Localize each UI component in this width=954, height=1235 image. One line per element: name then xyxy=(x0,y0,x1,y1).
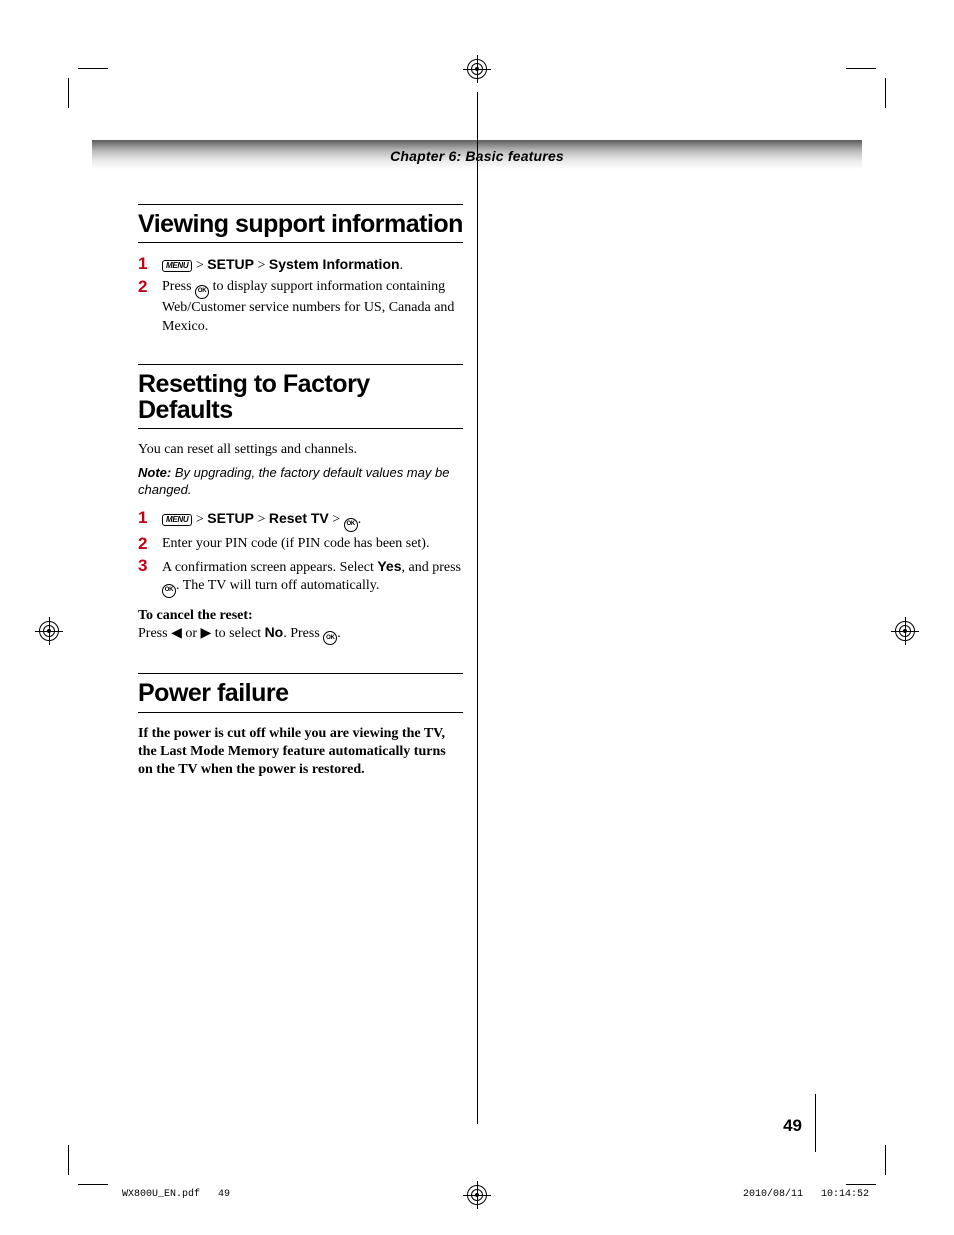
dot: . xyxy=(400,258,404,273)
right-arrow-icon: ▶ xyxy=(201,624,212,640)
cancel-heading: To cancel the reset: xyxy=(138,608,463,624)
step-text: MENU > SETUP > System Information. xyxy=(162,255,463,275)
print-footer: WX800U_EN.pdf 49 2010/08/11 10:14:52 xyxy=(122,1189,869,1200)
ok-key-icon: OK xyxy=(323,631,337,645)
step-1: 1 MENU > SETUP > System Information. xyxy=(138,255,463,275)
registration-mark-right xyxy=(894,620,916,642)
step-text: Press OK to display support information … xyxy=(162,278,463,335)
footer-right: 2010/08/11 10:14:52 xyxy=(743,1189,869,1200)
txt-or: or xyxy=(182,626,201,641)
menu-key-icon: MENU xyxy=(162,514,192,526)
ok-key-icon: OK xyxy=(162,584,176,598)
right-column xyxy=(477,204,862,1124)
steps-list: 1 MENU > SETUP > Reset TV > OK. 2 xyxy=(138,509,463,598)
page-frame: Chapter 6: Basic features Viewing suppor… xyxy=(92,92,862,1152)
step-text: MENU > SETUP > Reset TV > OK. xyxy=(162,509,463,532)
section-viewing-support: Viewing support information 1 MENU > SET… xyxy=(138,204,463,336)
body-text: If the power is cut off while you are vi… xyxy=(138,725,463,779)
sep: > xyxy=(196,258,207,273)
ok-key-icon: OK xyxy=(195,285,209,299)
page-number: 49 xyxy=(783,1116,802,1136)
section-title: Viewing support information xyxy=(138,204,463,243)
content-columns: Viewing support information 1 MENU > SET… xyxy=(92,204,862,1124)
page-number-rule xyxy=(815,1094,816,1152)
txt-mid: , and press xyxy=(402,560,462,575)
sep: > xyxy=(332,512,343,527)
reset-label: Reset TV xyxy=(269,510,329,526)
step-number: 3 xyxy=(138,557,162,576)
txt-post1: . Press xyxy=(283,626,323,641)
txt-post: . The TV will turn off automatically. xyxy=(176,578,379,593)
menu-key-icon: MENU xyxy=(162,260,192,272)
step-number: 2 xyxy=(138,535,162,554)
sep: > xyxy=(257,512,268,527)
steps-list: 1 MENU > SETUP > System Information. 2 xyxy=(138,255,463,335)
registration-mark-left xyxy=(38,620,60,642)
ok-key-icon: OK xyxy=(344,518,358,532)
left-column: Viewing support information 1 MENU > SET… xyxy=(92,204,477,1124)
txt-post2: . xyxy=(337,626,341,641)
left-arrow-icon: ◀ xyxy=(171,624,182,640)
cancel-text: Press ◀ or ▶ to select No. Press OK. xyxy=(138,624,463,646)
sep: > xyxy=(257,258,268,273)
step-text: A confirmation screen appears. Select Ye… xyxy=(162,557,463,598)
section-title: Resetting to Factory Defaults xyxy=(138,364,463,430)
note-label: Note: xyxy=(138,465,171,480)
footer-page: 49 xyxy=(218,1189,230,1200)
footer-file: WX800U_EN.pdf xyxy=(122,1189,200,1200)
txt-pre: Press xyxy=(162,279,195,294)
footer-date: 2010/08/11 xyxy=(743,1189,803,1200)
setup-label: SETUP xyxy=(207,510,254,526)
txt-pre: A confirmation screen appears. Select xyxy=(162,560,377,575)
registration-mark-top xyxy=(466,58,488,80)
footer-time: 10:14:52 xyxy=(821,1189,869,1200)
no-label: No xyxy=(265,624,284,640)
yes-label: Yes xyxy=(377,558,401,574)
step-number: 2 xyxy=(138,278,162,297)
step-3: 3 A confirmation screen appears. Select … xyxy=(138,557,463,598)
setup-label: SETUP xyxy=(207,256,254,272)
step-text: Enter your PIN code (if PIN code has bee… xyxy=(162,535,463,553)
txt-pre: Press xyxy=(138,626,171,641)
sysinfo-label: System Information xyxy=(269,256,400,272)
section-factory-reset: Resetting to Factory Defaults You can re… xyxy=(138,364,463,646)
section-title: Power failure xyxy=(138,673,463,712)
note-body: By upgrading, the factory default values… xyxy=(138,465,449,497)
dot: . xyxy=(358,512,362,527)
step-1: 1 MENU > SETUP > Reset TV > OK. xyxy=(138,509,463,532)
step-number: 1 xyxy=(138,255,162,274)
step-2: 2 Press OK to display support informatio… xyxy=(138,278,463,335)
footer-left: WX800U_EN.pdf 49 xyxy=(122,1189,230,1200)
sep: > xyxy=(196,512,207,527)
intro-text: You can reset all settings and channels. xyxy=(138,441,463,459)
step-number: 1 xyxy=(138,509,162,528)
txt-mid: to select xyxy=(211,626,264,641)
step-2: 2 Enter your PIN code (if PIN code has b… xyxy=(138,535,463,554)
note-text: Note: By upgrading, the factory default … xyxy=(138,465,463,499)
section-power-failure: Power failure If the power is cut off wh… xyxy=(138,673,463,778)
